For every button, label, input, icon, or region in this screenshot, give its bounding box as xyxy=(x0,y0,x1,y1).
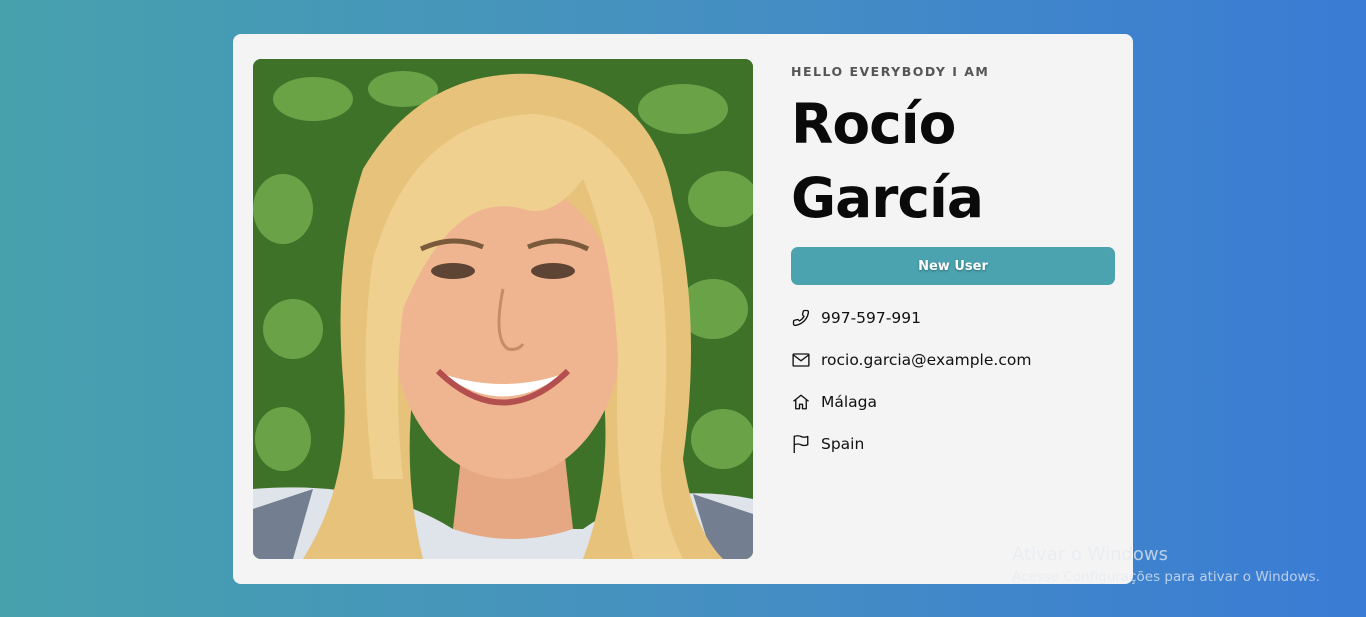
last-name: García xyxy=(791,166,984,230)
home-icon xyxy=(791,392,811,412)
new-user-button[interactable]: New User xyxy=(791,247,1115,285)
country-text: Spain xyxy=(821,435,865,453)
profile-photo xyxy=(253,59,753,559)
city-row: Málaga xyxy=(791,381,1115,423)
watermark-title: Ativar o Windows xyxy=(1012,544,1168,565)
envelope-icon xyxy=(791,350,811,370)
watermark-subtitle: Acesse Configurações para ativar o Windo… xyxy=(1012,569,1320,585)
email-text: rocio.garcia@example.com xyxy=(821,351,1032,369)
windows-activation-watermark: Ativar o Windows Acesse Configurações pa… xyxy=(1012,544,1320,588)
email-row: rocio.garcia@example.com xyxy=(791,339,1115,381)
profile-photo-image xyxy=(253,59,753,559)
greeting-text: HELLO EVERYBODY I AM xyxy=(791,64,990,79)
profile-name: Rocío García xyxy=(791,87,1115,235)
country-row: Spain xyxy=(791,423,1115,465)
profile-info: HELLO EVERYBODY I AM Rocío García New Us… xyxy=(791,59,1115,465)
city-text: Málaga xyxy=(821,393,878,411)
flag-icon xyxy=(791,434,811,454)
phone-icon xyxy=(791,308,811,328)
contact-details: 997-597-991 rocio.garcia@example.com Mál… xyxy=(791,297,1115,465)
profile-card: HELLO EVERYBODY I AM Rocío García New Us… xyxy=(233,34,1133,584)
phone-row: 997-597-991 xyxy=(791,297,1115,339)
first-name: Rocío xyxy=(791,92,956,156)
phone-text: 997-597-991 xyxy=(821,309,921,327)
